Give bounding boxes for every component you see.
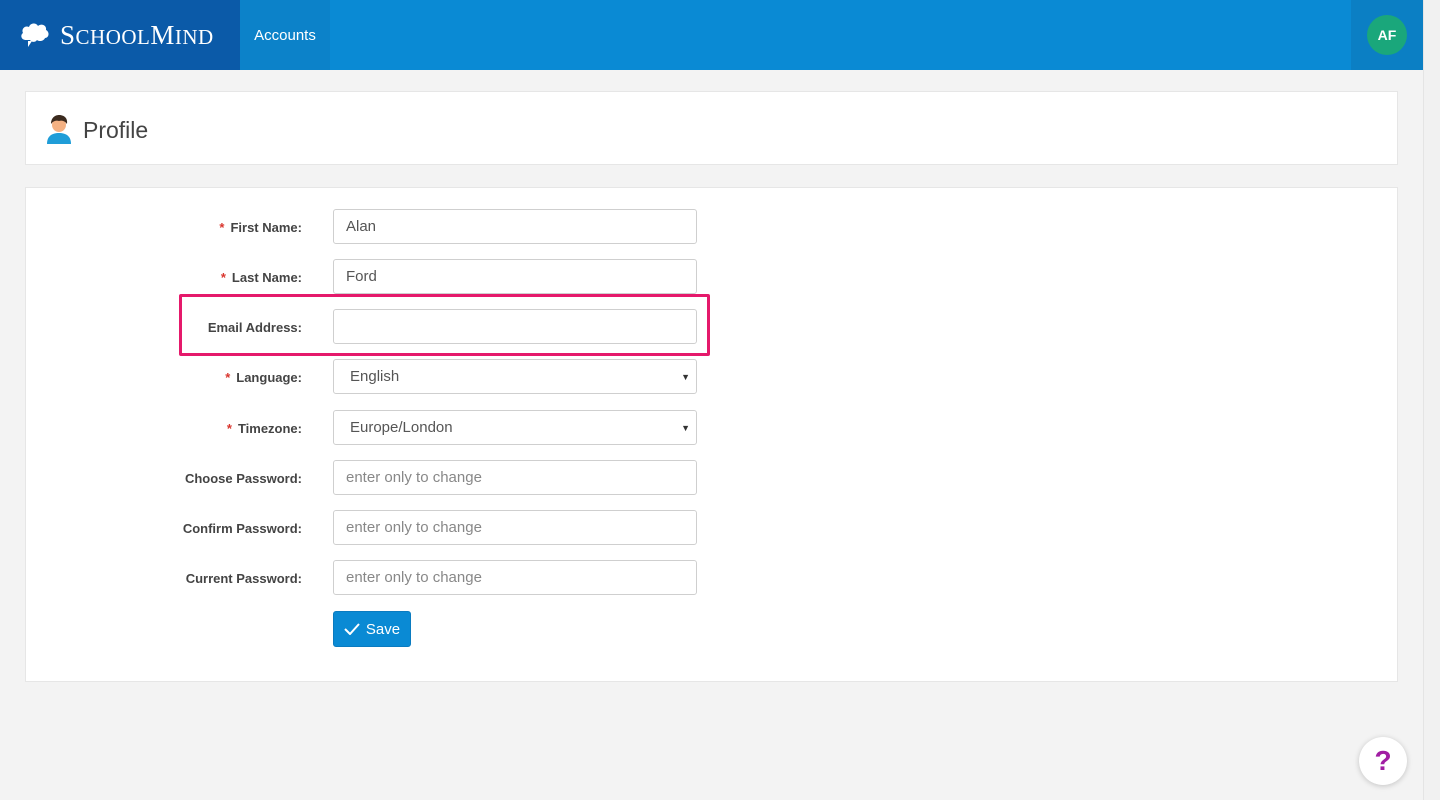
timezone-label: * Timezone: [226, 420, 302, 436]
user-profile-icon [46, 114, 72, 149]
nav-accounts[interactable]: Accounts [240, 0, 330, 70]
required-marker: * [220, 269, 226, 285]
first-name-input[interactable]: Alan [333, 209, 697, 244]
last-name-input[interactable]: Ford [333, 259, 697, 294]
brand-name: SCHOOLMIND [60, 19, 214, 50]
language-select[interactable]: English ▼ [333, 359, 697, 394]
user-menu[interactable]: AF [1351, 0, 1423, 70]
profile-form: * First Name: Alan * Last Name: Ford Email… [25, 187, 1398, 682]
first-name-row: * First Name: Alan [26, 209, 1397, 245]
save-label: Save [365, 620, 401, 638]
current-password-label: Current Password: [185, 570, 302, 586]
required-marker: * [226, 420, 232, 436]
language-value: English [350, 368, 400, 385]
brain-icon [21, 23, 49, 47]
question-mark-icon: ? [1374, 745, 1392, 776]
choose-password-row: Choose Password: enter only to change [26, 460, 1397, 496]
confirm-password-row: Confirm Password: enter only to change [26, 510, 1397, 546]
page-title: Profile [83, 117, 149, 143]
top-navbar: SCHOOLMIND Accounts AF [0, 0, 1423, 70]
page-header-card: Profile [25, 91, 1398, 165]
caret-down-icon: ▼ [681, 372, 690, 382]
scrollbar[interactable] [1423, 0, 1440, 800]
timezone-value: Europe/London [350, 419, 453, 436]
check-icon [344, 623, 360, 635]
email-highlight-box [179, 294, 710, 356]
timezone-select[interactable]: Europe/London ▼ [333, 410, 697, 445]
current-password-row: Current Password: enter only to change [26, 560, 1397, 596]
last-name-label: * Last Name: [220, 269, 302, 285]
last-name-row: * Last Name: Ford [26, 259, 1397, 295]
help-button[interactable]: ? [1359, 737, 1407, 785]
confirm-password-label: Confirm Password: [182, 520, 302, 536]
brand-logo[interactable]: SCHOOLMIND [0, 0, 240, 70]
first-name-label: * First Name: [219, 219, 302, 235]
caret-down-icon: ▼ [681, 423, 690, 433]
required-marker: * [225, 369, 231, 385]
required-marker: * [219, 219, 225, 235]
choose-password-label: Choose Password: [184, 470, 302, 486]
save-button[interactable]: Save [333, 611, 411, 647]
avatar[interactable]: AF [1367, 15, 1407, 55]
timezone-row: * Timezone: Europe/London ▼ [26, 410, 1397, 446]
language-label: * Language: [225, 369, 302, 385]
choose-password-input[interactable]: enter only to change [333, 460, 697, 495]
current-password-input[interactable]: enter only to change [333, 560, 697, 595]
confirm-password-input[interactable]: enter only to change [333, 510, 697, 545]
language-row: * Language: English ▼ [26, 359, 1397, 395]
